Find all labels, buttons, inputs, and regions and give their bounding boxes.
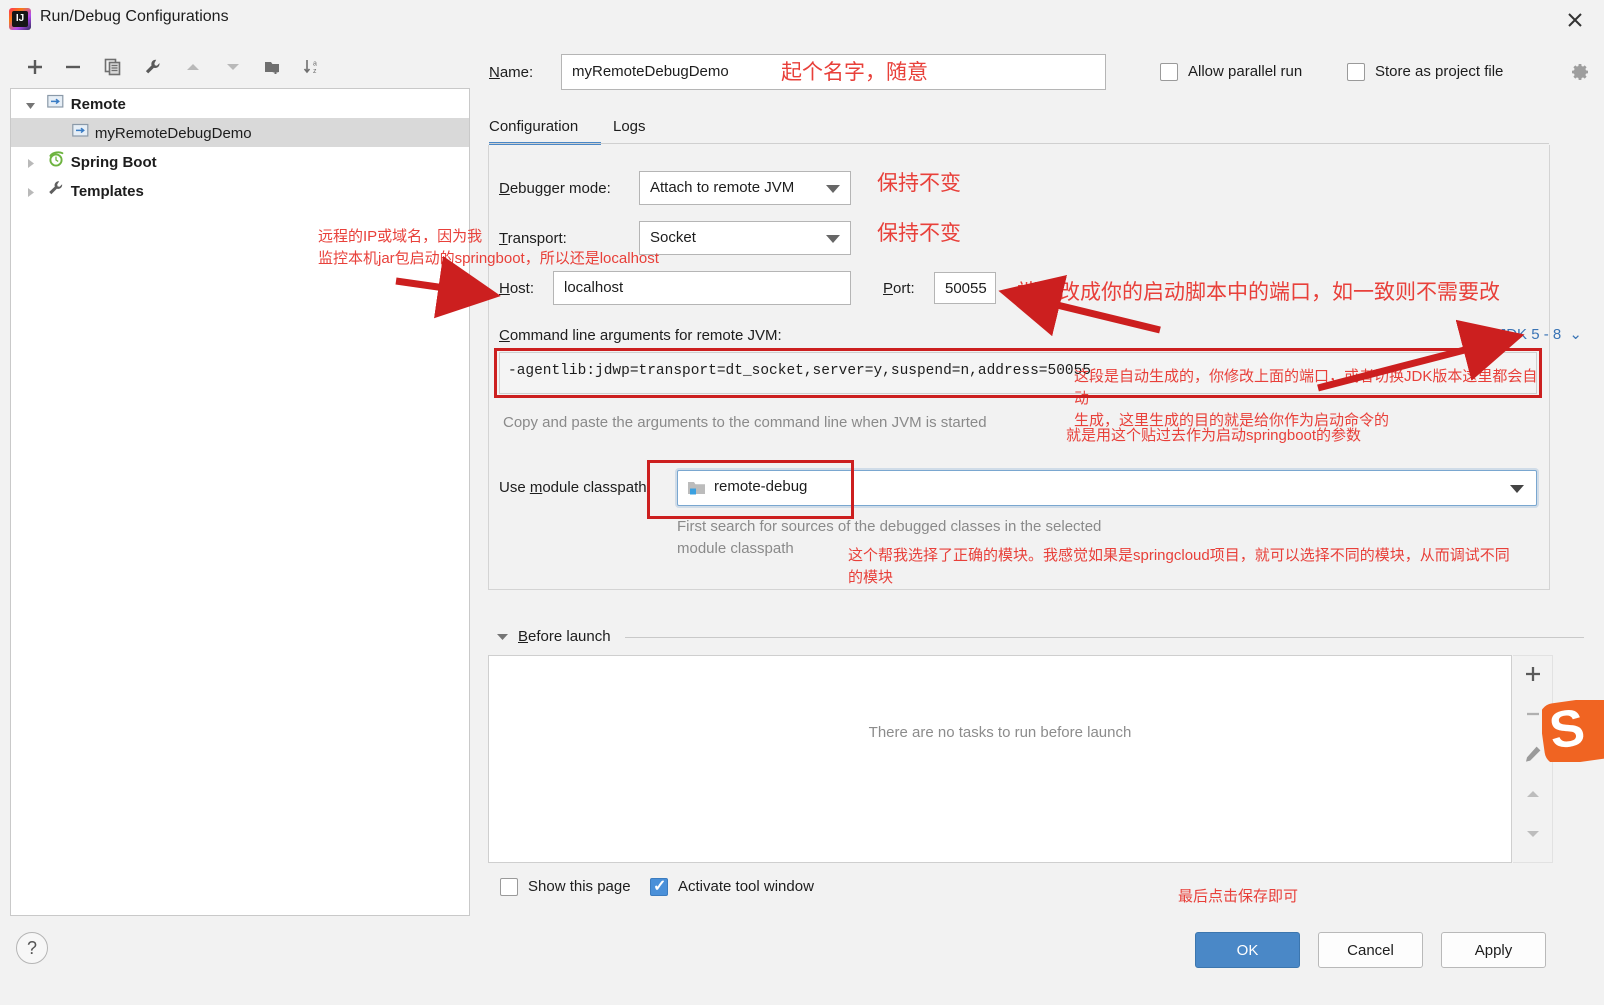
debugger-mode-label: Debugger mode:: [499, 180, 611, 197]
command-line-arguments-value: -agentlib:jdwp=transport=dt_socket,serve…: [508, 363, 1091, 379]
module-classpath-hint-line1: First search for sources of the debugged…: [677, 518, 1102, 535]
tree-item-label: Templates: [70, 182, 144, 200]
tab-logs[interactable]: Logs: [613, 113, 646, 145]
remote-icon: [45, 90, 67, 119]
host-input[interactable]: localhost: [553, 271, 851, 305]
new-folder-button[interactable]: [258, 52, 288, 82]
annotation-args-note: 这段是自动生成的，你修改上面的端口，或者切换JDK版本这里都会自动 生成，这里生…: [1074, 368, 1538, 429]
apply-button[interactable]: Apply: [1441, 932, 1546, 968]
before-launch-task-list[interactable]: There are no tasks to run before launch: [488, 655, 1512, 863]
wrench-icon: [45, 177, 67, 206]
module-classpath-hint-line2: module classpath: [677, 540, 794, 557]
collapse-toggle-icon[interactable]: [19, 177, 41, 206]
remote-icon: [69, 119, 91, 148]
apply-button-label: Apply: [1474, 941, 1513, 959]
annotation-module-note: 这个帮我选择了正确的模块。我感觉如果是springcloud项目，就可以选择不同…: [848, 547, 1510, 586]
before-launch-title[interactable]: Before launch: [518, 628, 611, 645]
annotation-debugger-mode-note: 保持不变: [877, 172, 961, 195]
before-launch-divider: [625, 637, 1584, 638]
name-label: Name:: [489, 64, 534, 81]
chevron-down-icon: [826, 235, 840, 243]
cancel-button-label: Cancel: [1347, 941, 1394, 959]
add-task-button[interactable]: [1518, 664, 1548, 694]
allow-parallel-run-checkbox[interactable]: [1160, 63, 1178, 81]
tab-bar: Configuration Logs: [489, 113, 1549, 145]
module-folder-icon: [687, 479, 707, 500]
configurations-toolbar: a z: [10, 52, 470, 86]
intellij-idea-icon: IJ: [9, 8, 31, 30]
port-input[interactable]: 50055: [934, 272, 996, 304]
remove-configuration-button[interactable]: [58, 52, 88, 82]
ok-button-label: OK: [1236, 941, 1259, 959]
command-line-arguments-label: Command line arguments for remote JVM:: [499, 327, 782, 344]
use-module-classpath-label: Use module classpath:: [499, 479, 651, 496]
jdk-version-value: JDK 5 - 8: [1498, 326, 1562, 343]
store-as-project-file-label[interactable]: Store as project file: [1375, 63, 1503, 80]
move-down-button[interactable]: [218, 52, 248, 82]
tree-item-myremotedebugdemo[interactable]: myRemoteDebugDemo: [11, 118, 469, 147]
tree-item-templates[interactable]: Templates: [11, 176, 469, 205]
chevron-down-icon: [826, 185, 840, 193]
tree-item-label: Spring Boot: [70, 153, 157, 171]
show-this-page-checkbox[interactable]: [500, 878, 518, 896]
annotation-paste-note: 就是用这个贴过去作为启动springboot的参数: [1066, 427, 1362, 444]
sort-configurations-button[interactable]: a z: [298, 52, 328, 82]
spring-boot-icon: [45, 148, 67, 177]
chevron-down-icon: ⌄: [1569, 326, 1582, 343]
port-label: Port:: [883, 280, 915, 297]
store-as-project-file-checkbox[interactable]: [1347, 63, 1365, 81]
title-bar: IJ Run/Debug Configurations: [0, 0, 1604, 40]
move-up-button[interactable]: [178, 52, 208, 82]
gear-icon[interactable]: [1570, 62, 1590, 85]
before-launch-empty-text: There are no tasks to run before launch: [868, 724, 1132, 741]
debugger-mode-value: Attach to remote JVM: [650, 179, 795, 196]
page-title: Run/Debug Configurations: [40, 8, 229, 25]
port-input-value: 50055: [945, 280, 987, 297]
before-launch-toggle-icon[interactable]: [496, 630, 509, 646]
annotation-host-note: 远程的IP或域名，因为我 监控本机jar包启动的springboot，所以还是l…: [318, 228, 659, 267]
chevron-down-icon: [1510, 485, 1524, 493]
tree-item-label: Remote: [70, 95, 126, 113]
name-input-value: myRemoteDebugDemo: [572, 63, 729, 80]
csdn-logo-icon: [1542, 700, 1604, 762]
activate-tool-window-label[interactable]: Activate tool window: [678, 878, 814, 895]
annotation-name-note: 起个名字，随意: [781, 61, 928, 84]
move-task-up-button[interactable]: [1518, 784, 1548, 814]
annotation-save-note: 最后点击保存即可: [1178, 888, 1299, 905]
question-mark-icon[interactable]: ?: [16, 932, 48, 964]
jdk-version-selector[interactable]: JDK 5 - 8 ⌄: [1499, 325, 1582, 343]
debugger-mode-select[interactable]: Attach to remote JVM: [639, 171, 851, 205]
show-this-page-label[interactable]: Show this page: [528, 878, 631, 895]
tab-configuration[interactable]: Configuration: [489, 113, 578, 145]
module-classpath-select[interactable]: remote-debug: [677, 470, 1537, 506]
command-line-arguments-hint: Copy and paste the arguments to the comm…: [503, 414, 987, 431]
run-debug-configurations-dialog: IJ Run/Debug Configurations a z Remote m…: [0, 0, 1604, 1005]
tree-item-label: myRemoteDebugDemo: [94, 124, 252, 142]
add-configuration-button[interactable]: [20, 52, 50, 82]
tab-bar-divider: [489, 143, 1549, 144]
annotation-port-note: 端口改成你的启动脚本中的端口，如一致则不需要改: [1017, 281, 1500, 304]
cancel-button[interactable]: Cancel: [1318, 932, 1423, 968]
module-classpath-value: remote-debug: [714, 478, 808, 495]
host-input-value: localhost: [564, 279, 624, 296]
close-icon[interactable]: [1560, 6, 1590, 34]
annotation-transport-note: 保持不变: [877, 222, 961, 245]
edit-templates-button[interactable]: [138, 52, 168, 82]
host-label: Host:: [499, 280, 535, 297]
allow-parallel-run-label[interactable]: Allow parallel run: [1188, 63, 1302, 80]
copy-configuration-button[interactable]: [98, 52, 128, 82]
collapse-toggle-icon[interactable]: [19, 148, 41, 177]
expand-toggle-icon[interactable]: [19, 90, 41, 119]
configurations-tree[interactable]: Remote myRemoteDebugDemo Spring Boot Tem…: [10, 88, 470, 916]
ok-button[interactable]: OK: [1195, 932, 1300, 968]
tree-item-remote[interactable]: Remote: [11, 89, 469, 118]
svg-text:z: z: [313, 68, 317, 75]
activate-tool-window-checkbox[interactable]: [650, 876, 668, 896]
move-task-down-button[interactable]: [1518, 824, 1548, 854]
tree-item-spring-boot[interactable]: Spring Boot: [11, 147, 469, 176]
svg-text:a: a: [313, 61, 317, 68]
